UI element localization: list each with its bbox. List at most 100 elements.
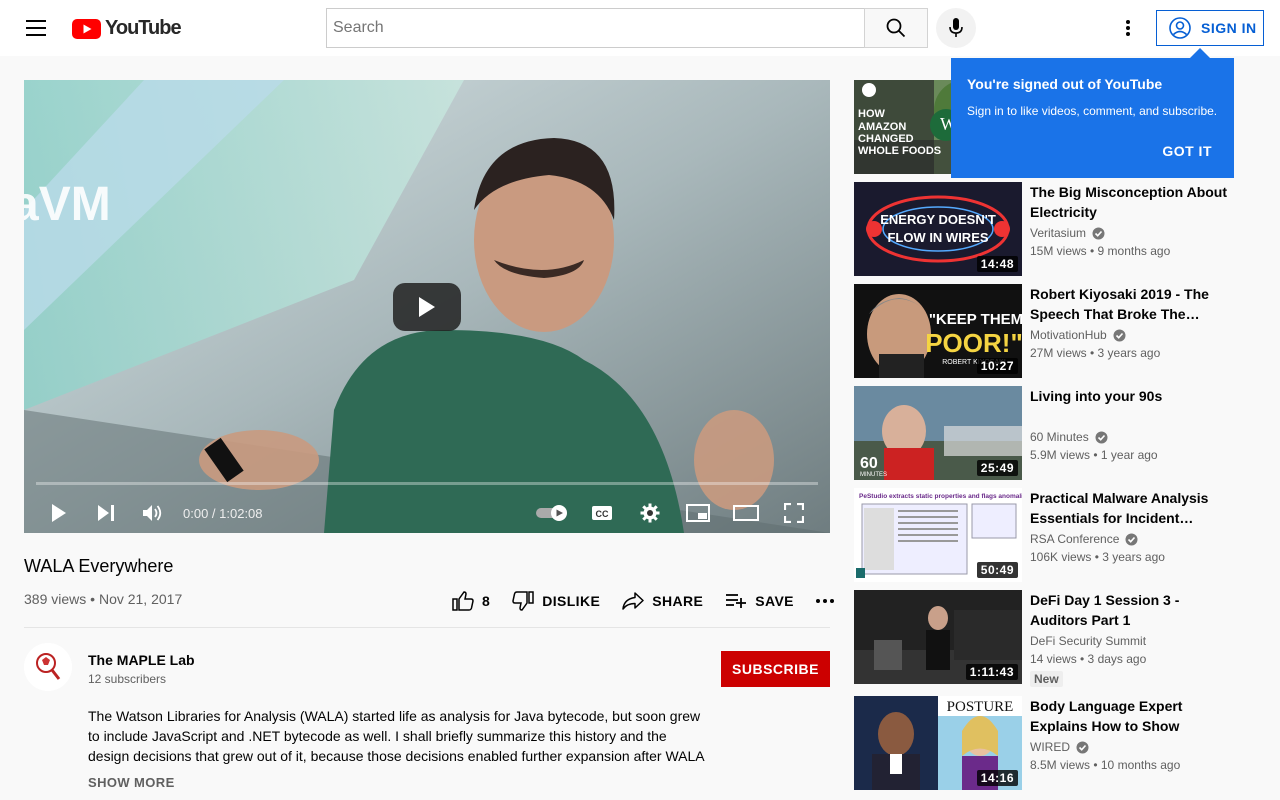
share-icon bbox=[622, 592, 644, 610]
search-icon bbox=[886, 18, 906, 38]
channel-name: DeFi Security Summit bbox=[1030, 634, 1147, 648]
show-more-button[interactable]: SHOW MORE bbox=[88, 775, 175, 790]
voice-search-button[interactable] bbox=[936, 8, 976, 48]
video-duration: 50:49 bbox=[976, 562, 1018, 578]
video-thumbnail: "KEEP THEM POOR!" ROBERT KIYOSAKI 10:27 bbox=[854, 284, 1022, 378]
channel-name: 60 Minutes bbox=[1030, 430, 1108, 444]
video-title: DeFi Day 1 Session 3 - Auditors Part 1 bbox=[1030, 592, 1180, 628]
save-label: SAVE bbox=[755, 593, 794, 609]
menu-icon[interactable] bbox=[20, 12, 52, 44]
miniplayer-button[interactable] bbox=[678, 493, 718, 533]
youtube-play-logo-icon bbox=[72, 18, 101, 39]
settings-button[interactable] bbox=[630, 493, 670, 533]
fullscreen-button[interactable] bbox=[774, 493, 814, 533]
recommended-video[interactable]: PeStudio extracts static properties and … bbox=[854, 488, 1254, 582]
video-player[interactable]: aVM 0:00 / 1:02:08 CC bbox=[24, 80, 830, 533]
got-it-button[interactable]: GOT IT bbox=[1162, 143, 1212, 159]
sign-in-label: SIGN IN bbox=[1201, 20, 1257, 36]
thumbs-down-icon bbox=[512, 591, 534, 611]
video-duration: 25:49 bbox=[976, 460, 1018, 476]
autoplay-toggle-icon bbox=[536, 505, 567, 521]
search-input[interactable] bbox=[326, 8, 865, 48]
top-bar: YouTube SIGN IN bbox=[0, 0, 1280, 56]
logo-text: YouTube bbox=[105, 17, 182, 39]
video-duration: 14:16 bbox=[976, 770, 1018, 786]
like-button[interactable]: 8 bbox=[452, 591, 490, 611]
recommended-video[interactable]: 1:11:43 DeFi Day 1 Session 3 - Auditors … bbox=[854, 590, 1254, 687]
new-badge: New bbox=[1030, 671, 1063, 687]
captions-button[interactable]: CC bbox=[582, 493, 622, 533]
svg-text:AMAZON: AMAZON bbox=[858, 121, 906, 133]
youtube-logo[interactable]: YouTube bbox=[72, 17, 182, 40]
more-horizontal-icon bbox=[815, 599, 834, 603]
share-label: SHARE bbox=[652, 593, 704, 609]
skip-next-icon bbox=[98, 505, 114, 521]
video-title: WALA Everywhere bbox=[24, 556, 174, 576]
video-duration: 14:48 bbox=[976, 256, 1018, 272]
divider bbox=[24, 627, 830, 628]
tooltip-title: You're signed out of YouTube bbox=[967, 76, 1163, 92]
play-icon bbox=[419, 297, 435, 317]
channel-name: MotivationHub bbox=[1030, 328, 1126, 342]
svg-text:ENERGY DOESN'T: ENERGY DOESN'T bbox=[880, 212, 996, 227]
share-button[interactable]: SHARE bbox=[622, 592, 703, 610]
fullscreen-icon bbox=[784, 503, 804, 523]
recommended-video[interactable]: ENERGY DOESN'T FLOW IN WIRES 14:48 The Bi… bbox=[854, 182, 1254, 276]
video-title: Body Language Expert Explains How to Sho… bbox=[1030, 698, 1183, 734]
video-meta: 389 views • Nov 21, 2017 bbox=[24, 591, 182, 607]
dislike-label: DISLIKE bbox=[542, 593, 601, 609]
view-count: 8.5M views • 10 months ago bbox=[1030, 758, 1181, 772]
svg-text:"KEEP THEM: "KEEP THEM bbox=[929, 311, 1022, 328]
recommended-video[interactable]: POSTURE 14:16 Body Language Expert Expla… bbox=[854, 696, 1254, 790]
more-actions-button[interactable] bbox=[815, 599, 834, 603]
svg-text:POSTURE: POSTURE bbox=[947, 699, 1014, 715]
view-count: 14 views • 3 days ago bbox=[1030, 652, 1147, 666]
recommended-video[interactable]: 60 MINUTES 25:49 Living into your 90s 60 … bbox=[854, 386, 1254, 480]
svg-text:HOW: HOW bbox=[858, 108, 886, 120]
next-button[interactable] bbox=[86, 493, 126, 533]
recommended-video[interactable]: "KEEP THEM POOR!" ROBERT KIYOSAKI 10:27 Ro… bbox=[854, 284, 1254, 378]
dislike-button[interactable]: DISLIKE bbox=[512, 591, 600, 611]
channel-name: Veritasium bbox=[1030, 226, 1105, 240]
play-overlay-button[interactable] bbox=[393, 283, 461, 331]
video-title: The Big Misconception About Electricity bbox=[1030, 184, 1228, 220]
volume-button[interactable] bbox=[133, 493, 173, 533]
sign-in-button[interactable]: SIGN IN bbox=[1156, 10, 1264, 46]
cnbc-logo-icon bbox=[862, 83, 876, 97]
captions-icon: CC bbox=[592, 506, 612, 520]
miniplayer-icon bbox=[686, 504, 710, 522]
video-title: Robert Kiyosaki 2019 - The Speech That B… bbox=[1030, 286, 1209, 322]
progress-bar[interactable] bbox=[36, 482, 818, 485]
autoplay-toggle[interactable] bbox=[531, 493, 575, 533]
svg-text:60: 60 bbox=[860, 455, 878, 472]
play-button[interactable] bbox=[39, 493, 79, 533]
tooltip-body: Sign in to like videos, comment, and sub… bbox=[967, 104, 1218, 118]
channel-name[interactable]: The MAPLE Lab bbox=[88, 652, 195, 668]
video-actions: 8 DISLIKE SHARE SAVE bbox=[452, 588, 856, 614]
channel-avatar[interactable] bbox=[24, 643, 72, 691]
subscribe-button[interactable]: SUBSCRIBE bbox=[721, 651, 830, 687]
upload-date: Nov 21, 2017 bbox=[98, 591, 183, 607]
view-count: 27M views • 3 years ago bbox=[1030, 346, 1161, 360]
video-title: Practical Malware Analysis Essentials fo… bbox=[1030, 490, 1209, 526]
maple-lab-logo-icon bbox=[24, 643, 72, 691]
time-display: 0:00 / 1:02:08 bbox=[183, 506, 263, 521]
save-button[interactable]: SAVE bbox=[725, 593, 794, 609]
subscriber-count: 12 subscribers bbox=[88, 672, 167, 686]
meta-separator: • bbox=[90, 591, 99, 607]
microphone-icon bbox=[949, 18, 963, 37]
video-duration: 10:27 bbox=[976, 358, 1018, 374]
video-thumbnail: ENERGY DOESN'T FLOW IN WIRES 14:48 bbox=[854, 182, 1022, 276]
playlist-add-icon bbox=[726, 594, 747, 608]
video-thumbnail: POSTURE 14:16 bbox=[854, 696, 1022, 790]
verified-icon bbox=[1092, 227, 1105, 239]
tooltip-arrow bbox=[1190, 48, 1210, 58]
account-icon bbox=[1169, 17, 1191, 39]
channel-name: RSA Conference bbox=[1030, 532, 1138, 546]
settings-menu-button[interactable] bbox=[1112, 12, 1144, 44]
view-count: 389 views bbox=[24, 591, 87, 607]
search-button[interactable] bbox=[864, 8, 928, 48]
video-thumbnail: 1:11:43 bbox=[854, 590, 1022, 684]
thumbs-up-icon bbox=[452, 591, 474, 611]
theater-mode-button[interactable] bbox=[726, 493, 766, 533]
